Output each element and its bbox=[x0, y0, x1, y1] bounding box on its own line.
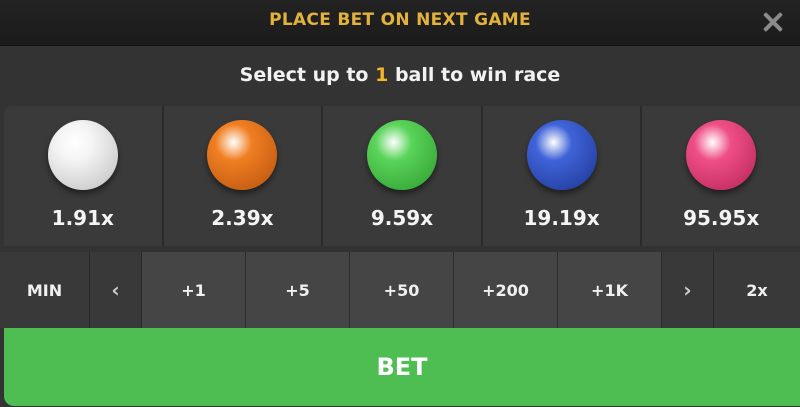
instruction-count: 1 bbox=[375, 64, 389, 86]
ball-odds: 95.95x bbox=[683, 206, 760, 230]
chip-plus-1-button[interactable]: +1 bbox=[142, 252, 246, 328]
ball-odds: 2.39x bbox=[211, 206, 274, 230]
green-ball-icon bbox=[366, 120, 437, 190]
chip-plus-5-button[interactable]: +5 bbox=[246, 252, 350, 328]
white-ball-icon bbox=[47, 120, 118, 190]
ball-odds: 9.59x bbox=[370, 206, 434, 230]
chip-plus-1k-button[interactable]: +1K bbox=[558, 252, 662, 328]
blue-ball-icon bbox=[526, 120, 597, 190]
pink-ball-icon bbox=[686, 120, 757, 190]
ball-option-white[interactable]: 1.91x bbox=[4, 106, 164, 246]
ball-option-pink[interactable]: 95.95x bbox=[642, 106, 800, 246]
chevron-right-icon[interactable]: › bbox=[662, 252, 714, 328]
min-button[interactable]: MIN bbox=[0, 252, 90, 328]
ball-odds: 19.19x bbox=[523, 206, 600, 230]
close-icon[interactable] bbox=[760, 9, 786, 35]
instruction-suffix: ball to win race bbox=[388, 64, 561, 86]
ball-odds: 1.91x bbox=[51, 206, 114, 230]
ball-option-orange[interactable]: 2.39x bbox=[163, 106, 324, 246]
instruction-text: Select up to 1 ball to win race bbox=[0, 64, 800, 86]
bet-amount-row: MIN ‹ +1 +5 +50 +200 +1K › 2x bbox=[0, 252, 800, 328]
instruction-prefix: Select up to bbox=[239, 64, 376, 86]
bet-modal: PLACE BET ON NEXT GAME Select up to 1 ba… bbox=[0, 0, 800, 407]
chip-plus-200-button[interactable]: +200 bbox=[454, 252, 558, 328]
modal-title: PLACE BET ON NEXT GAME bbox=[269, 10, 531, 30]
orange-ball-icon bbox=[207, 120, 278, 190]
ball-option-green[interactable]: 9.59x bbox=[323, 106, 483, 246]
chip-plus-50-button[interactable]: +50 bbox=[350, 252, 454, 328]
chevron-left-icon[interactable]: ‹ bbox=[90, 252, 142, 328]
double-button[interactable]: 2x bbox=[714, 252, 800, 328]
ball-option-blue[interactable]: 19.19x bbox=[482, 106, 643, 246]
modal-header: PLACE BET ON NEXT GAME bbox=[0, 0, 800, 46]
bet-button[interactable]: BET bbox=[4, 328, 800, 406]
ball-selection-row: 1.91x 2.39x 9.59x 19.19x 95.95x bbox=[4, 106, 800, 246]
